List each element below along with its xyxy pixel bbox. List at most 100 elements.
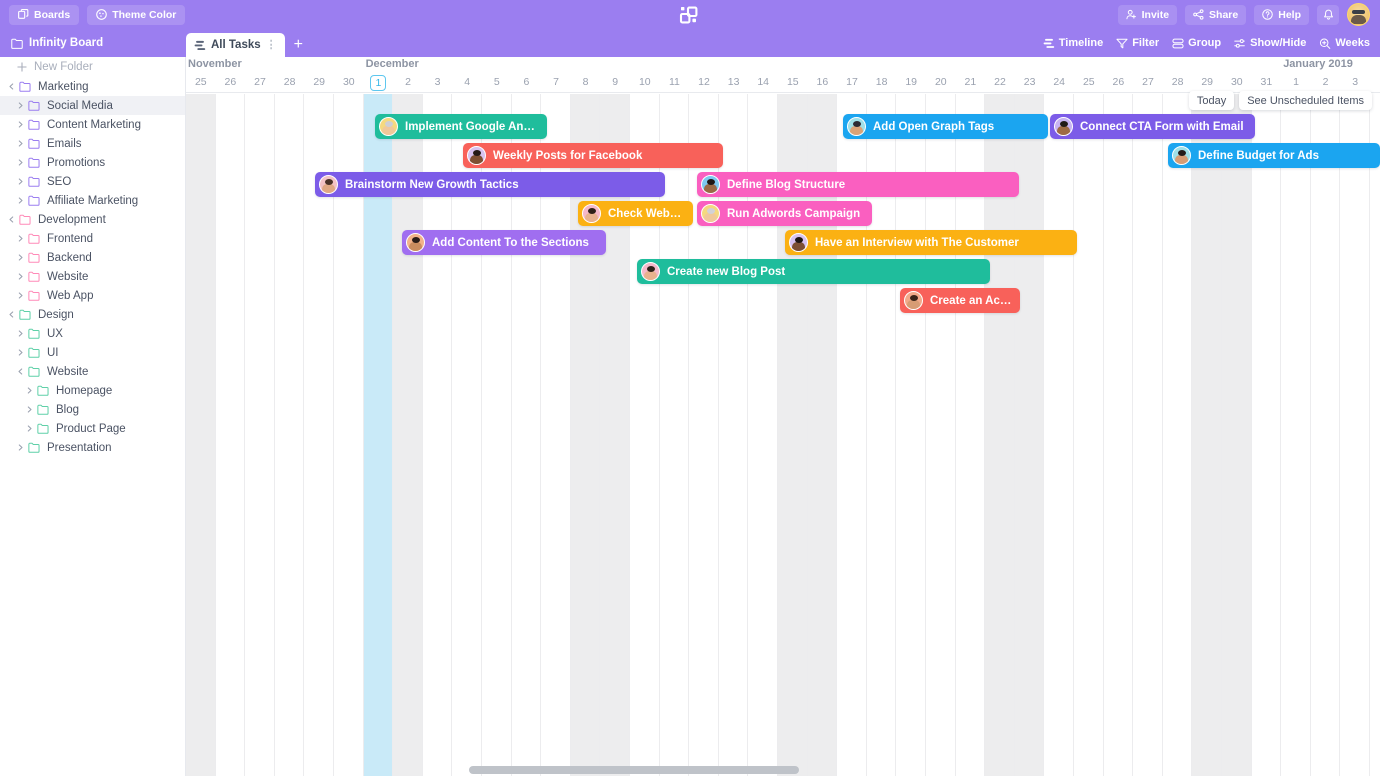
sidebar-item-content-marketing[interactable]: Content Marketing	[0, 115, 185, 134]
task-assignee-avatar[interactable]	[582, 204, 601, 223]
share-button[interactable]: Share	[1185, 4, 1247, 25]
theme-color-button[interactable]: Theme Color	[87, 4, 186, 25]
chevron-right-icon[interactable]	[15, 196, 26, 205]
timeline-button[interactable]: Timeline	[1043, 37, 1103, 49]
task-bar[interactable]: Create an Acco...	[900, 288, 1020, 313]
task-bar[interactable]: Run Adwords Campaign	[697, 201, 872, 226]
sidebar-item-ui[interactable]: UI	[0, 343, 185, 362]
sidebar-item-marketing[interactable]: Marketing	[0, 77, 185, 96]
board-title[interactable]: Infinity Board	[11, 29, 103, 57]
chevron-right-icon[interactable]	[15, 443, 26, 452]
notifications-button[interactable]	[1317, 4, 1339, 25]
task-bar[interactable]: Add Open Graph Tags	[843, 114, 1048, 139]
filter-button[interactable]: Filter	[1116, 37, 1159, 49]
chevron-right-icon[interactable]	[15, 253, 26, 262]
task-assignee-avatar[interactable]	[1054, 117, 1073, 136]
task-assignee-avatar[interactable]	[641, 262, 660, 281]
invite-button[interactable]: Invite	[1117, 4, 1178, 25]
chevron-right-icon[interactable]	[15, 158, 26, 167]
day-label: 21	[964, 76, 977, 88]
sidebar-item-presentation[interactable]: Presentation	[0, 438, 185, 457]
task-bar[interactable]: Have an Interview with The Customer	[785, 230, 1077, 255]
sidebar-item-affiliate-marketing[interactable]: Affiliate Marketing	[0, 191, 185, 210]
task-bar[interactable]: Define Budget for Ads	[1168, 143, 1380, 168]
sidebar-item-seo[interactable]: SEO	[0, 172, 185, 191]
sidebar-item-website[interactable]: Website	[0, 267, 185, 286]
sidebar-item-label: Content Marketing	[47, 118, 141, 131]
chevron-right-icon[interactable]	[15, 291, 26, 300]
sidebar-item-web-app[interactable]: Web App	[0, 286, 185, 305]
sidebar-item-label: Marketing	[38, 80, 89, 93]
sidebar-item-product-page[interactable]: Product Page	[0, 419, 185, 438]
chevron-down-icon[interactable]	[7, 81, 16, 92]
user-avatar[interactable]	[1347, 3, 1370, 26]
task-bar[interactable]: Create new Blog Post	[637, 259, 990, 284]
tab-menu-icon[interactable]: ⋮	[266, 39, 277, 50]
group-button[interactable]: Group	[1172, 37, 1221, 49]
show-hide-button[interactable]: Show/Hide	[1234, 37, 1306, 49]
chevron-right-icon[interactable]	[15, 348, 26, 357]
task-bar[interactable]: Implement Google Analytics	[375, 114, 547, 139]
today-button[interactable]: Today	[1188, 91, 1235, 110]
task-assignee-avatar[interactable]	[319, 175, 338, 194]
sidebar-item-website[interactable]: Website	[0, 362, 185, 381]
chevron-right-icon[interactable]	[15, 234, 26, 243]
chevron-right-icon[interactable]	[15, 329, 26, 338]
task-assignee-avatar[interactable]	[789, 233, 808, 252]
sidebar-item-ux[interactable]: UX	[0, 324, 185, 343]
add-tab-button[interactable]: +	[294, 36, 303, 54]
day-label: 30	[342, 76, 355, 88]
task-assignee-avatar[interactable]	[904, 291, 923, 310]
boards-button[interactable]: Boards	[9, 4, 80, 25]
sidebar-item-social-media[interactable]: Social Media	[0, 96, 185, 115]
new-folder-button[interactable]: New Folder	[0, 57, 185, 77]
sidebar-item-label: Affiliate Marketing	[47, 194, 139, 207]
chevron-down-icon[interactable]	[16, 366, 25, 377]
see-unscheduled-items-button[interactable]: See Unscheduled Items	[1239, 91, 1372, 110]
day-column	[1074, 94, 1104, 776]
day-label: 3	[1352, 76, 1359, 88]
chevron-right-icon[interactable]	[15, 272, 26, 281]
task-bar[interactable]: Check Website P...	[578, 201, 693, 226]
sidebar-item-emails[interactable]: Emails	[0, 134, 185, 153]
weeks-button[interactable]: Weeks	[1319, 37, 1370, 49]
chevron-right-icon[interactable]	[15, 139, 26, 148]
sidebar-item-blog[interactable]: Blog	[0, 400, 185, 419]
chevron-right-icon[interactable]	[15, 177, 26, 186]
sidebar-item-design[interactable]: Design	[0, 305, 185, 324]
folder-icon	[26, 100, 41, 111]
chevron-right-icon[interactable]	[15, 120, 26, 129]
tab-all-tasks[interactable]: All Tasks ⋮	[186, 33, 285, 57]
help-button[interactable]: Help	[1254, 4, 1309, 25]
task-assignee-avatar[interactable]	[379, 117, 398, 136]
sidebar-item-promotions[interactable]: Promotions	[0, 153, 185, 172]
day-label: 28	[283, 76, 296, 88]
chevron-right-icon[interactable]	[15, 101, 26, 110]
sidebar-item-backend[interactable]: Backend	[0, 248, 185, 267]
task-assignee-avatar[interactable]	[406, 233, 425, 252]
task-assignee-avatar[interactable]	[701, 204, 720, 223]
sidebar-item-homepage[interactable]: Homepage	[0, 381, 185, 400]
task-assignee-avatar[interactable]	[467, 146, 486, 165]
chevron-down-icon[interactable]	[7, 309, 16, 320]
task-assignee-avatar[interactable]	[847, 117, 866, 136]
sidebar-item-label: UI	[47, 346, 59, 359]
sidebar-item-development[interactable]: Development	[0, 210, 185, 229]
task-bar[interactable]: Define Blog Structure	[697, 172, 1019, 197]
task-assignee-avatar[interactable]	[1172, 146, 1191, 165]
day-label: 25	[194, 76, 207, 88]
horizontal-scrollbar[interactable]	[186, 766, 1380, 774]
task-bar[interactable]: Connect CTA Form with Email	[1050, 114, 1255, 139]
scrollbar-thumb[interactable]	[469, 766, 799, 774]
chevron-right-icon[interactable]	[24, 386, 35, 395]
folder-icon	[17, 309, 32, 320]
sidebar-item-label: Backend	[47, 251, 92, 264]
task-bar[interactable]: Brainstorm New Growth Tactics	[315, 172, 665, 197]
task-bar[interactable]: Add Content To the Sections	[402, 230, 606, 255]
sidebar-item-frontend[interactable]: Frontend	[0, 229, 185, 248]
task-assignee-avatar[interactable]	[701, 175, 720, 194]
task-bar[interactable]: Weekly Posts for Facebook	[463, 143, 723, 168]
chevron-right-icon[interactable]	[24, 405, 35, 414]
chevron-down-icon[interactable]	[7, 214, 16, 225]
chevron-right-icon[interactable]	[24, 424, 35, 433]
